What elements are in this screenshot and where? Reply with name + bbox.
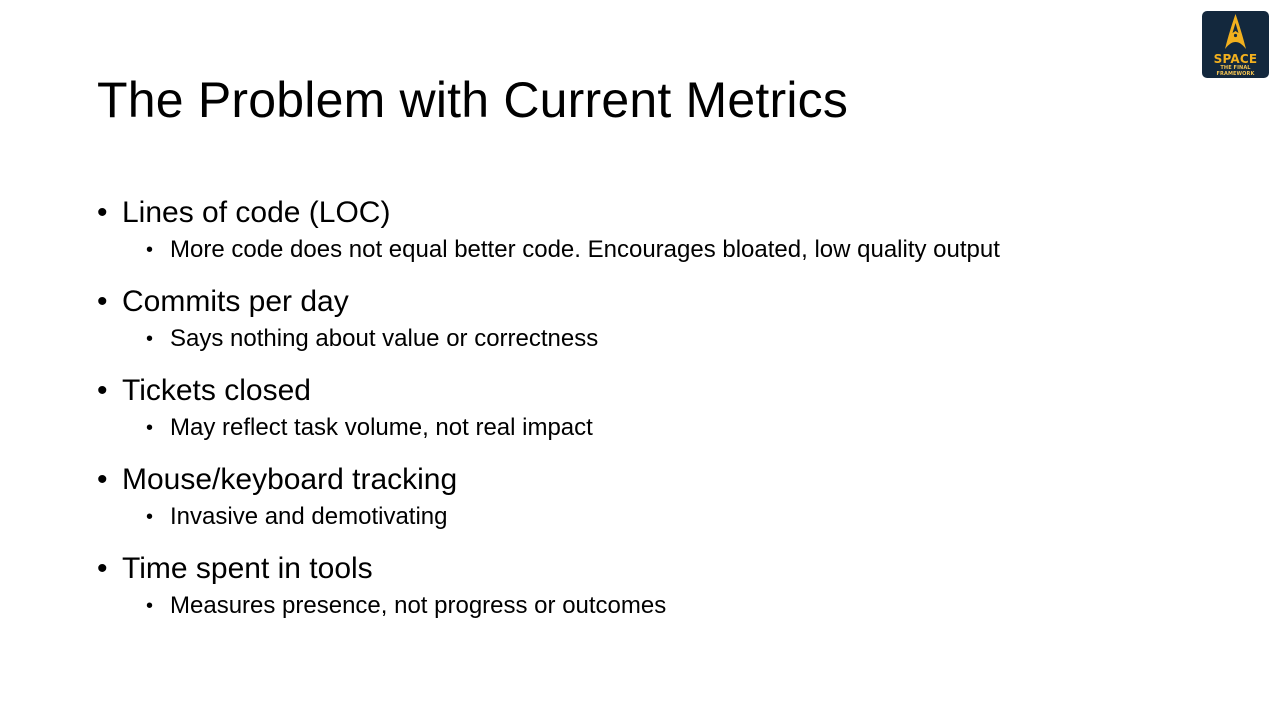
list-item: • Mouse/keyboard tracking • Invasive and d… bbox=[97, 460, 1197, 532]
list-item: • Time spent in tools • Measures presence,… bbox=[97, 549, 1197, 621]
bullet-heading: • Mouse/keyboard tracking bbox=[97, 460, 1197, 500]
bullet-detail-text: Measures presence, not progress or outco… bbox=[170, 592, 667, 619]
bullet-detail: • May reflect task volume, not real impac… bbox=[146, 413, 1197, 443]
sub-bullet-dot: • bbox=[146, 328, 154, 350]
bullet-dot: • bbox=[97, 552, 108, 585]
sub-bullet-dot: • bbox=[146, 417, 154, 439]
list-item: • Lines of code (LOC) • More code does not… bbox=[97, 193, 1197, 265]
bullet-heading-text: Commits per day bbox=[122, 285, 349, 318]
bullet-dot: • bbox=[97, 463, 108, 496]
bullet-detail: • Measures presence, not progress or outc… bbox=[146, 591, 1197, 621]
sub-bullet-dot: • bbox=[146, 239, 154, 261]
bullet-heading: • Tickets closed bbox=[97, 371, 1197, 411]
bullet-detail-text: Invasive and demotivating bbox=[170, 503, 448, 530]
bullet-heading-text: Time spent in tools bbox=[122, 552, 373, 585]
bullet-heading: • Lines of code (LOC) bbox=[97, 193, 1197, 233]
bullet-heading-text: Lines of code (LOC) bbox=[122, 196, 391, 229]
list-item: • Commits per day • Says nothing about val… bbox=[97, 282, 1197, 354]
sub-bullet-dot: • bbox=[146, 506, 154, 528]
bullet-detail-text: Says nothing about value or correctness bbox=[170, 325, 599, 352]
bullet-dot: • bbox=[97, 285, 108, 318]
bullet-detail: • Invasive and demotivating bbox=[146, 502, 1197, 532]
bullet-list: • Lines of code (LOC) • More code does not… bbox=[97, 193, 1197, 638]
bullet-heading-text: Tickets closed bbox=[122, 374, 311, 407]
logo-subtitle: THE FINAL FRAMEWORK bbox=[1202, 65, 1269, 77]
bullet-heading-text: Mouse/keyboard tracking bbox=[122, 463, 458, 496]
slide: The Problem with Current Metrics • Lines … bbox=[0, 0, 1280, 720]
space-framework-logo: SPACE THE FINAL FRAMEWORK bbox=[1202, 11, 1269, 78]
bullet-detail: • Says nothing about value or correctness bbox=[146, 324, 1197, 354]
logo-subtitle-line2: FRAMEWORK bbox=[1216, 71, 1255, 77]
bullet-dot: • bbox=[97, 374, 108, 407]
bullet-detail-text: May reflect task volume, not real impact bbox=[170, 414, 593, 441]
starfleet-delta-icon bbox=[1225, 14, 1246, 49]
bullet-heading: • Commits per day bbox=[97, 282, 1197, 322]
logo-title: SPACE bbox=[1213, 52, 1258, 66]
bullet-detail-text: More code does not equal better code. En… bbox=[170, 236, 1000, 263]
slide-title: The Problem with Current Metrics bbox=[97, 72, 849, 128]
bullet-detail: • More code does not equal better code. E… bbox=[146, 235, 1197, 265]
bullet-heading: • Time spent in tools bbox=[97, 549, 1197, 589]
sub-bullet-dot: • bbox=[146, 595, 154, 617]
bullet-dot: • bbox=[97, 196, 108, 229]
list-item: • Tickets closed • May reflect task volume… bbox=[97, 371, 1197, 443]
